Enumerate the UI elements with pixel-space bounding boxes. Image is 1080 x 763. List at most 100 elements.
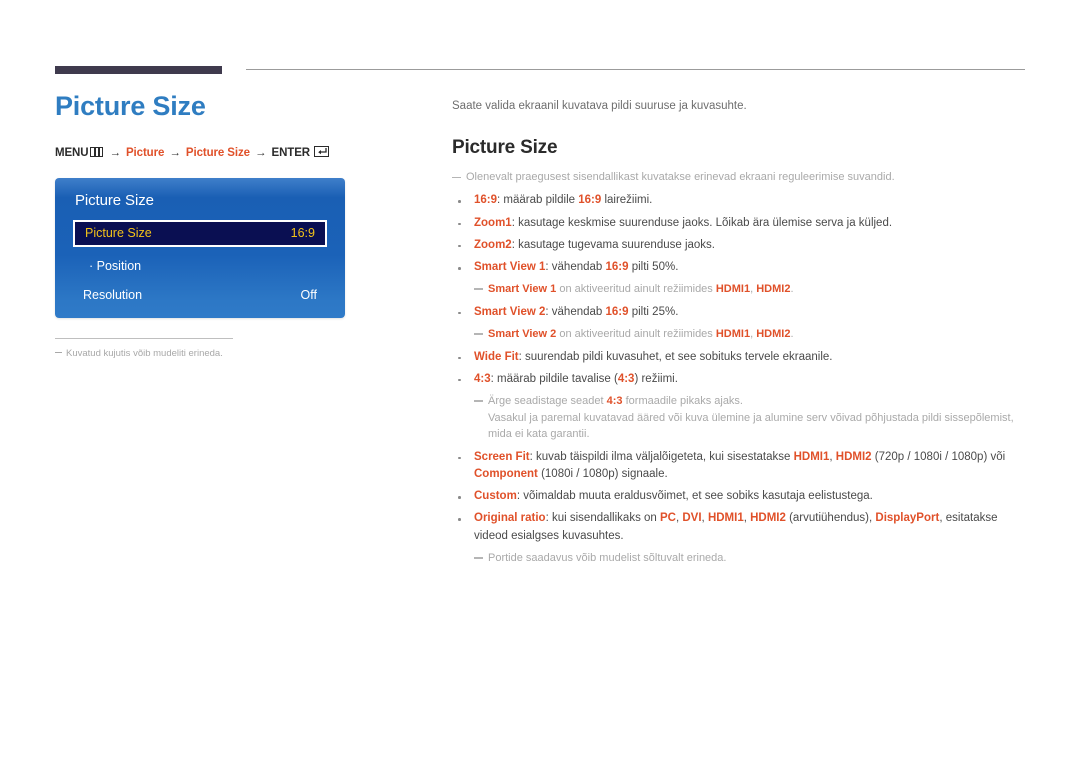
term-4-3: 4:3 — [474, 372, 491, 385]
osd-row-position[interactable]: · Position — [73, 253, 327, 280]
list-item-note: Ärge seadistage seadet 4:3 formaadile pi… — [452, 393, 1027, 443]
note-dash-icon — [474, 400, 483, 402]
item-text: : suurendab pildi kuvasuhet, et see sobi… — [518, 350, 833, 363]
term-smart-view-1: Smart View 1 — [474, 261, 546, 274]
list-item: Zoom2: kasutage tugevama suurenduse jaok… — [452, 237, 1027, 254]
osd-screenshot: Picture Size Picture Size 16:9 · Positio… — [55, 177, 345, 318]
subnote-end: . — [790, 283, 794, 296]
item-text-tail: pilti 50%. — [628, 261, 679, 274]
list-item: Screen Fit: kuvab täispildi ilma väljalõ… — [452, 449, 1027, 484]
osd-title: Picture Size — [75, 191, 154, 209]
note-dash-icon — [452, 176, 461, 179]
item-paren: (720p / 1080i / 1080p) või — [871, 450, 1006, 463]
left-column: Picture Size MENU → Picture → Picture Siz… — [55, 91, 405, 359]
menu-path-item-picture[interactable]: Picture — [126, 147, 164, 159]
right-column: Saate valida ekraanil kuvatava pildi suu… — [452, 99, 1027, 572]
subnote-end: . — [790, 328, 794, 341]
lead-note-text: Olenevalt praegusest sisendallikast kuva… — [466, 170, 895, 183]
subnote-smart-view-1: Smart View 1 on aktiveeritud ainult reži… — [474, 281, 1027, 298]
item-text-tail: (1080i / 1080p) signaale. — [537, 467, 668, 480]
term-screen-fit: Screen Fit — [474, 450, 530, 463]
term-hdmi1: HDMI1 — [715, 283, 751, 296]
menu-path-item-picture-size[interactable]: Picture Size — [186, 147, 250, 159]
term-smart-view-1: Smart View 1 — [488, 283, 557, 296]
term-4-3-inline: 4:3 — [617, 372, 635, 385]
term-zoom1: Zoom1 — [474, 216, 512, 229]
osd-row-value: Off — [300, 288, 317, 303]
item-text: : kasutage keskmise suurenduse jaoks. Lõ… — [511, 216, 893, 229]
item-text: : kui sisendallikaks on — [545, 512, 660, 525]
menu-path-menu-label: MENU — [55, 146, 89, 159]
enter-return-icon — [314, 145, 330, 157]
list-item: Smart View 1: vähendab 16:9 pilti 50%. — [452, 259, 1027, 276]
list-item-note: Smart View 2 on aktiveeritud ainult reži… — [452, 326, 1027, 343]
item-text: : määrab pildile — [497, 194, 579, 207]
note-dash-icon — [474, 333, 483, 335]
item-text: : vähendab — [545, 261, 606, 274]
header-thin-rule — [246, 69, 1025, 70]
lead-note: Olenevalt praegusest sisendallikast kuva… — [452, 170, 1027, 186]
term-hdmi1: HDMI1 — [707, 512, 744, 525]
figure-note-rule — [55, 337, 233, 339]
note-dash-icon — [55, 351, 62, 353]
item-text-tail: pilti 25%. — [628, 305, 679, 318]
menu-path: MENU → Picture → Picture Size → ENTER — [55, 145, 405, 159]
subnote-4-3: Ärge seadistage seadet 4:3 formaadile pi… — [474, 393, 1027, 443]
item-text: : kuvab täispildi ilma väljalõigeteta, k… — [529, 450, 794, 463]
osd-row-label: Resolution — [83, 288, 143, 303]
term-smart-view-2: Smart View 2 — [488, 328, 557, 341]
item-text: : vähendab — [545, 305, 606, 318]
term-hdmi2: HDMI2 — [750, 512, 786, 525]
intro-text: Saate valida ekraanil kuvatava pildi suu… — [452, 100, 747, 112]
term-pc: PC — [660, 512, 676, 525]
osd-row-picture-size[interactable]: Picture Size 16:9 — [73, 219, 327, 247]
list-item: Zoom1: kasutage keskmise suurenduse jaok… — [452, 215, 1027, 232]
term-hdmi2: HDMI2 — [756, 283, 791, 296]
subnote-text-post: formaadile pikaks ajaks. — [622, 395, 743, 408]
term-hdmi1: HDMI1 — [793, 450, 830, 463]
term-custom: Custom — [474, 490, 517, 503]
term-wide-fit: Wide Fit — [474, 350, 519, 363]
list-item: 16:9: määrab pildile 16:9 lairežiimi. — [452, 192, 1027, 209]
menu-path-arrow-3: → — [255, 146, 267, 159]
subnote-smart-view-2: Smart View 2 on aktiveeritud ainult reži… — [474, 326, 1027, 343]
note-dash-icon — [474, 556, 483, 559]
menu-path-arrow-1: → — [109, 146, 121, 159]
subnote-text: on aktiveeritud ainult režiimides — [556, 283, 716, 296]
term-original-ratio: Original ratio — [474, 512, 546, 525]
page-title: Picture Size — [55, 91, 206, 121]
term-displayport: DisplayPort — [875, 512, 940, 525]
item-text-tail: lairežiimi. — [601, 194, 653, 207]
list-item: Custom: võimaldab muuta eraldusvõimet, e… — [452, 488, 1027, 505]
item-text: : määrab pildile tavalise ( — [490, 372, 618, 385]
list-item: Original ratio: kui sisendallikaks on PC… — [452, 510, 1027, 545]
osd-row-resolution[interactable]: Resolution Off — [73, 282, 327, 309]
figure-note-text: Kuvatud kujutis võib mudeliti erineda. — [66, 347, 223, 359]
term-16-9-inline: 16:9 — [605, 261, 629, 274]
subnote-text: on aktiveeritud ainult režiimides — [556, 328, 716, 341]
osd-row-label: · Position — [89, 259, 142, 274]
list-item-note: Smart View 1 on aktiveeritud ainult reži… — [452, 281, 1027, 298]
menu-path-arrow-2: → — [169, 146, 181, 159]
subnote-ports: Portide saadavus võib mudelist sõltuvalt… — [474, 550, 1027, 567]
item-text: : kasutage tugevama suurenduse jaoks. — [511, 238, 715, 251]
manual-page: Picture Size MENU → Picture → Picture Siz… — [0, 0, 1080, 763]
term-16-9: 16:9 — [474, 194, 498, 207]
term-16-9-inline: 16:9 — [605, 305, 629, 318]
term-4-3: 4:3 — [606, 395, 623, 408]
term-smart-view-2: Smart View 2 — [474, 305, 546, 318]
subnote-text: Portide saadavus võib mudelist sõltuvalt… — [488, 551, 727, 564]
item-text-tail: ) režiimi. — [634, 372, 678, 385]
term-dvi: DVI — [682, 512, 702, 525]
item-text: : võimaldab muuta eraldusvõimet, et see … — [516, 490, 873, 503]
list-item: Wide Fit: suurendab pildi kuvasuhet, et … — [452, 349, 1027, 366]
term-hdmi2: HDMI2 — [835, 450, 872, 463]
term-hdmi2: HDMI2 — [756, 328, 791, 341]
page-header-rules — [0, 0, 1080, 74]
list-item-note: Portide saadavus võib mudelist sõltuvalt… — [452, 550, 1027, 567]
osd-row-label: Picture Size — [85, 226, 152, 241]
figure-note: Kuvatud kujutis võib mudeliti erineda. — [55, 348, 405, 359]
note-dash-icon — [474, 288, 483, 291]
osd-row-value: 16:9 — [290, 226, 315, 241]
menu-path-enter-label: ENTER — [271, 146, 311, 159]
